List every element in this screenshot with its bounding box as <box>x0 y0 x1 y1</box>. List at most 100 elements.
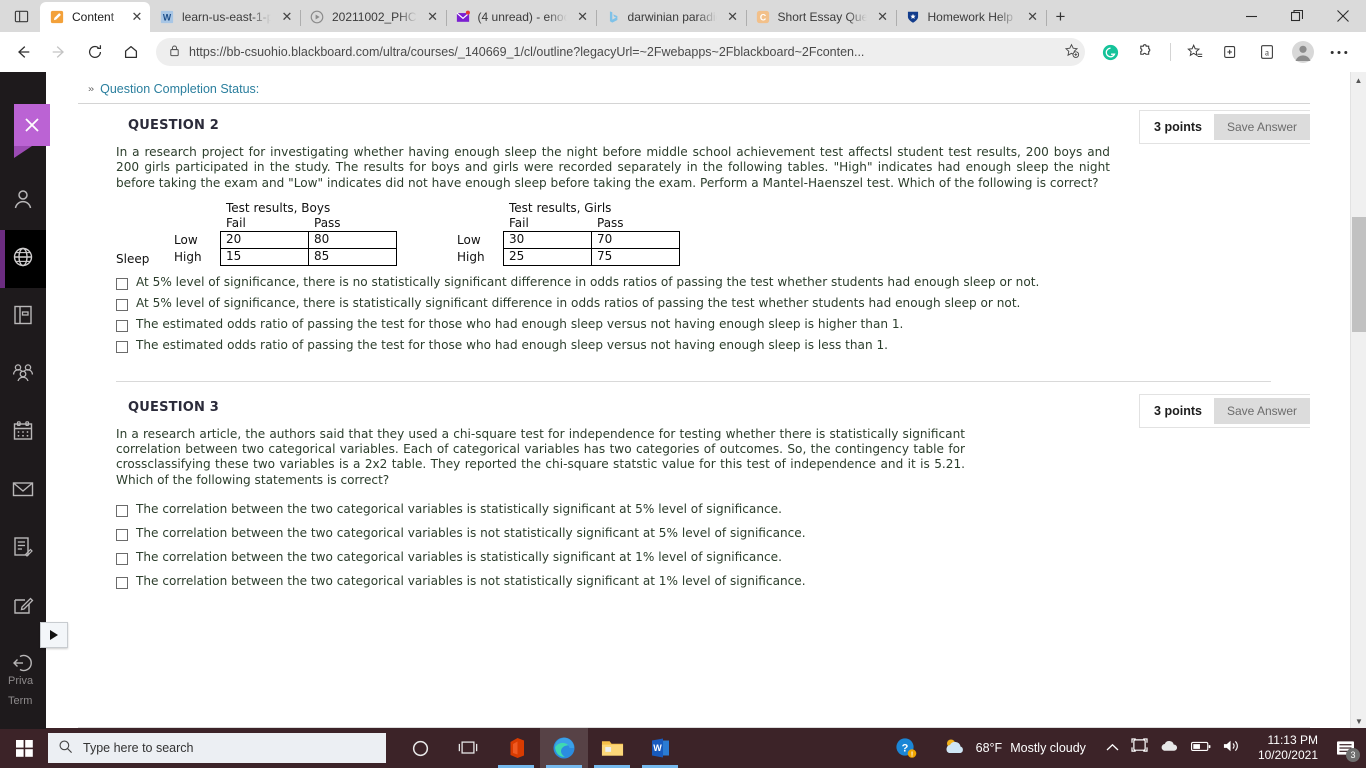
close-panel-button[interactable] <box>14 104 50 158</box>
answer-option[interactable]: The correlation between the two categori… <box>116 502 1310 526</box>
home-icon[interactable] <box>114 36 148 68</box>
close-icon[interactable]: ✕ <box>724 8 742 26</box>
search-input[interactable]: Type here to search <box>83 741 193 755</box>
points-label: 3 points <box>1154 403 1202 418</box>
sidebar-item-courses[interactable] <box>0 288 46 346</box>
new-tab-button[interactable]: + <box>1046 2 1076 32</box>
browser-tab-5[interactable]: C Short Essay Ques ✕ <box>746 2 897 32</box>
sidebar-item-organizations[interactable] <box>0 346 46 404</box>
answer-checkbox[interactable] <box>116 529 128 542</box>
svg-text:?: ? <box>901 742 908 754</box>
answer-checkbox[interactable] <box>116 505 128 518</box>
taskbar-clock[interactable]: 11:13 PM 10/20/2021 <box>1250 733 1326 763</box>
grammarly-icon[interactable] <box>1093 36 1127 68</box>
answer-option[interactable]: The correlation between the two categori… <box>116 550 1310 574</box>
profile-avatar-icon[interactable] <box>1286 36 1320 68</box>
answer-checkbox[interactable] <box>116 319 128 332</box>
lock-icon <box>168 44 181 60</box>
word-icon[interactable]: W <box>636 728 684 768</box>
sidebar-item-grades[interactable] <box>0 520 46 578</box>
answer-checkbox[interactable] <box>116 577 128 590</box>
sidebar-item-calendar[interactable] <box>0 404 46 462</box>
reload-icon[interactable] <box>78 36 112 68</box>
sidebar-item-institution[interactable] <box>0 230 46 288</box>
notification-center-button[interactable]: 3 <box>1328 728 1362 768</box>
table-row: 25 75 <box>503 247 680 266</box>
address-bar[interactable]: https://bb-csuohio.blackboard.com/ultra/… <box>156 38 1085 66</box>
answer-option[interactable]: At 5% level of significance, there is no… <box>116 275 1310 296</box>
edge-browser-icon[interactable] <box>540 728 588 768</box>
favorites-icon[interactable] <box>1178 36 1212 68</box>
answer-checkbox[interactable] <box>116 298 128 311</box>
cloud-icon[interactable] <box>1160 739 1179 757</box>
onedrive-icon[interactable] <box>1131 738 1148 758</box>
nav-icon-list <box>0 172 46 694</box>
office-icon[interactable] <box>492 728 540 768</box>
close-icon[interactable]: ✕ <box>278 8 296 26</box>
answer-option[interactable]: The correlation between the two categori… <box>116 574 1310 598</box>
scroll-down-arrow-icon[interactable]: ▼ <box>1351 713 1366 729</box>
cell-girls-low-fail: 30 <box>503 230 592 249</box>
boys-data-table: 20 80 15 85 <box>220 230 397 266</box>
sidebar-item-messages[interactable] <box>0 462 46 520</box>
sidebar-item-profile[interactable] <box>0 172 46 230</box>
page-scrollbar[interactable]: ▲ ▼ <box>1350 72 1366 729</box>
answer-checkbox[interactable] <box>116 277 128 290</box>
close-icon[interactable]: ✕ <box>424 8 442 26</box>
file-explorer-icon[interactable] <box>588 728 636 768</box>
browser-tab-1[interactable]: W learn-us-east-1-p ✕ <box>150 2 301 32</box>
settings-more-icon[interactable] <box>1322 36 1356 68</box>
close-icon[interactable]: ✕ <box>128 8 146 26</box>
help-question-icon[interactable]: ?! <box>882 728 930 768</box>
weather-widget[interactable]: 68°F Mostly cloudy <box>932 737 1096 760</box>
close-window-button[interactable] <box>1320 0 1366 32</box>
scroll-up-arrow-icon[interactable]: ▲ <box>1351 72 1366 88</box>
terms-link[interactable]: Term <box>8 691 33 711</box>
collections-icon[interactable] <box>1214 36 1248 68</box>
extensions-puzzle-icon[interactable] <box>1129 36 1163 68</box>
add-favorite-icon[interactable] <box>1064 43 1080 61</box>
answer-option[interactable]: The estimated odds ratio of passing the … <box>116 317 1310 338</box>
answer-checkbox[interactable] <box>116 340 128 353</box>
question-completion-status-label[interactable]: Question Completion Status: <box>100 82 259 96</box>
answer-checkbox[interactable] <box>116 553 128 566</box>
table-row: 15 85 <box>220 247 397 266</box>
immersive-reader-icon[interactable]: a <box>1250 36 1284 68</box>
close-icon[interactable]: ✕ <box>874 8 892 26</box>
column-pass: Pass <box>314 215 341 230</box>
browser-tab-4[interactable]: darwinian paradig ✕ <box>596 2 747 32</box>
close-icon[interactable]: ✕ <box>574 8 592 26</box>
tab-search-button[interactable] <box>2 0 40 32</box>
boys-table-columns: Fail Pass <box>220 216 397 231</box>
row-label-low: Low <box>174 232 198 247</box>
browser-toolbar: https://bb-csuohio.blackboard.com/ultra/… <box>0 32 1366 72</box>
chevron-up-icon[interactable] <box>1106 739 1119 757</box>
back-icon[interactable] <box>6 36 40 68</box>
cell-boys-low-pass: 80 <box>308 230 397 249</box>
scrollbar-thumb[interactable] <box>1352 217 1366 332</box>
tab-title: (4 unread) - enoc <box>477 10 567 24</box>
answer-option[interactable]: The correlation between the two categori… <box>116 526 1310 550</box>
save-answer-button[interactable]: Save Answer <box>1213 114 1310 140</box>
answer-option[interactable]: At 5% level of significance, there is st… <box>116 296 1310 317</box>
cortana-circle-icon[interactable] <box>396 728 444 768</box>
expand-panel-button[interactable] <box>40 622 68 648</box>
taskbar-search[interactable]: Type here to search <box>48 733 386 763</box>
browser-tab-0[interactable]: Content ✕ <box>40 2 150 32</box>
cell-boys-low-fail: 20 <box>220 230 309 249</box>
battery-icon[interactable] <box>1190 739 1211 757</box>
start-button[interactable] <box>0 728 48 768</box>
close-icon[interactable]: ✕ <box>1024 8 1042 26</box>
answer-option[interactable]: The estimated odds ratio of passing the … <box>116 338 1310 359</box>
maximize-restore-button[interactable] <box>1274 0 1320 32</box>
browser-tab-3[interactable]: (4 unread) - enoc ✕ <box>446 2 597 32</box>
save-answer-button[interactable]: Save Answer <box>1213 397 1310 424</box>
task-view-icon[interactable] <box>444 728 492 768</box>
minimize-button[interactable] <box>1228 0 1274 32</box>
tab-title: learn-us-east-1-p <box>182 10 271 24</box>
privacy-link[interactable]: Priva <box>8 671 33 691</box>
volume-icon[interactable] <box>1223 739 1240 758</box>
browser-tab-6[interactable]: Homework Help - ✕ <box>896 2 1047 32</box>
question-completion-status[interactable]: » Question Completion Status: <box>78 74 1310 104</box>
browser-tab-2[interactable]: 20211002_PHC ✕ <box>300 2 447 32</box>
